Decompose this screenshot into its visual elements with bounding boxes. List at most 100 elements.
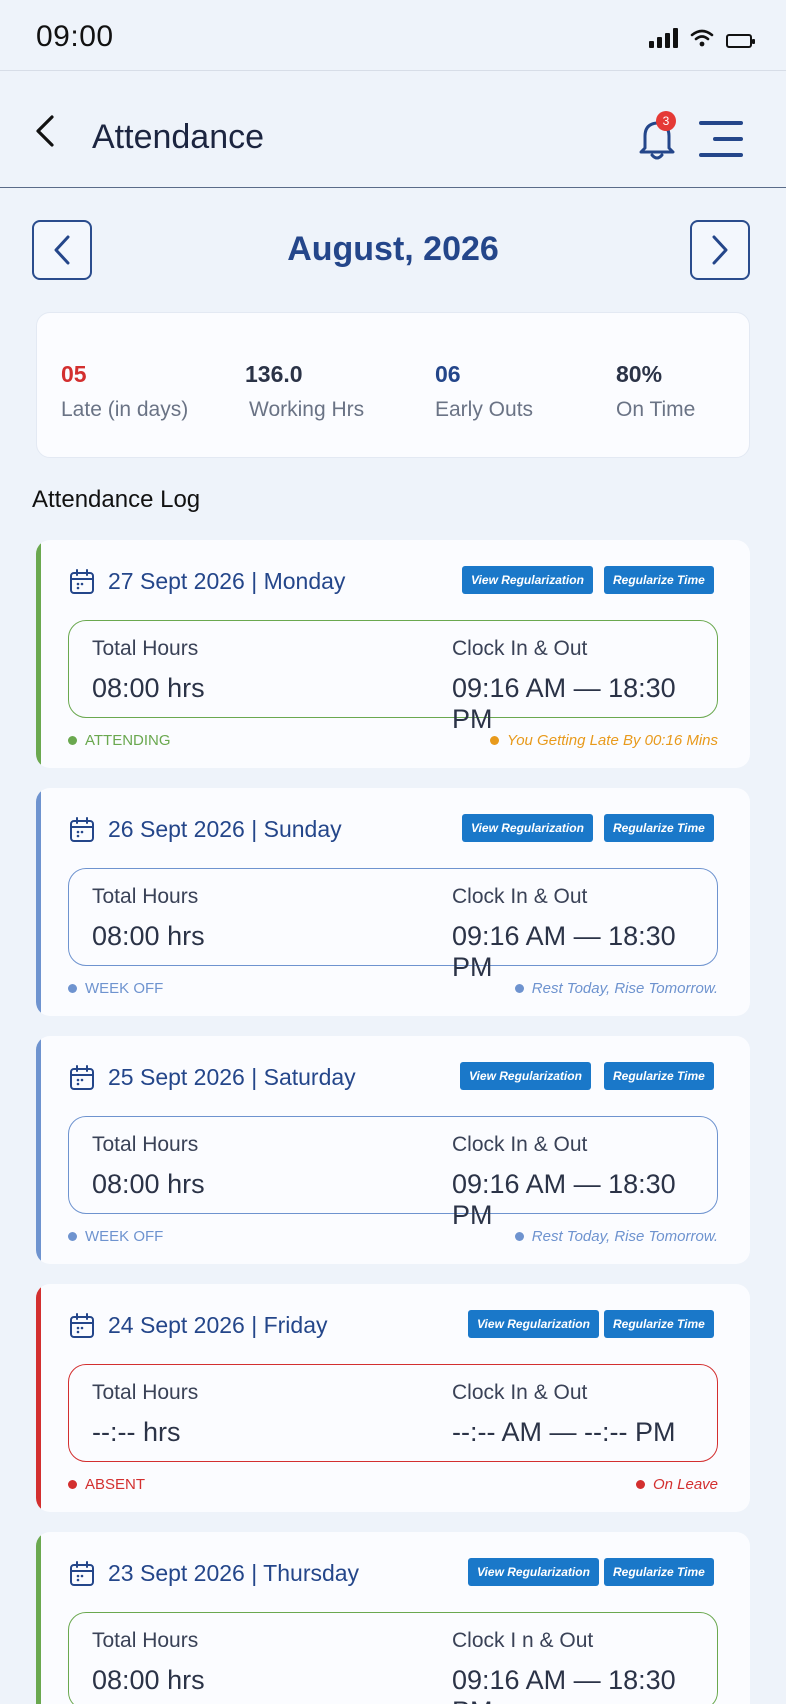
view-regularization-button[interactable]: View Regularization: [468, 1310, 599, 1338]
total-hours-label: Total Hours: [92, 1381, 199, 1404]
next-month-button[interactable]: [690, 220, 750, 280]
summary-working-hours: 136.0 Working Hrs: [245, 361, 364, 422]
note-dot: [490, 736, 500, 745]
view-regularization-button[interactable]: View Regularization: [460, 1062, 591, 1090]
regularize-time-button[interactable]: Regularize Time: [604, 566, 714, 594]
clock-in-out-value: 09:16 AM — 18:30 PM: [452, 673, 676, 734]
summary-label: On Time: [616, 398, 696, 421]
clock-in-out-value: 09:16 AM — 18:30 PM: [452, 1169, 676, 1230]
status-dot: [68, 1480, 77, 1489]
note-dot: [514, 1232, 524, 1241]
view-regularization-button[interactable]: View Regularization: [468, 1558, 599, 1586]
calendar-icon: [70, 1313, 94, 1338]
card-date: 23 Sept 2026 | Thursday: [108, 1560, 360, 1586]
attendance-note: Rest Today, Rise Tomorrow.: [514, 1228, 718, 1245]
attendance-status: WEEK OFF: [68, 1228, 163, 1245]
note-text: Rest Today, Rise Tomorrow.: [531, 1228, 718, 1245]
note-text: On Leave: [652, 1476, 718, 1493]
card-accent-bar: [36, 788, 41, 1016]
back-arrow-icon[interactable]: [30, 111, 60, 151]
hours-box: Total Hours --:-- hrs Clock In & Out --:…: [68, 1364, 718, 1462]
regularize-time-button[interactable]: Regularize Time: [604, 814, 714, 842]
status-text: ATTENDING: [85, 732, 171, 749]
attendance-summary-card: 05 Late (in days) 136.0 Working Hrs 06 E…: [36, 312, 750, 458]
status-dot: [68, 736, 77, 745]
attendance-status: ATTENDING: [68, 732, 171, 749]
summary-late: 05 Late (in days): [61, 361, 188, 422]
status-text: WEEK OFF: [85, 980, 164, 997]
hours-box: Total Hours 08:00 hrs Clock In & Out 09:…: [68, 868, 718, 982]
calendar-icon: [70, 817, 94, 842]
total-hours-label: Total Hours: [92, 885, 199, 908]
attendance-note: On Leave: [635, 1476, 718, 1493]
attendance-log-card: 27 Sept 2026 | Monday View Regularizatio…: [36, 540, 750, 768]
clock-in-out-value: 09:16 AM — 18:30 PM: [452, 921, 676, 982]
status-dot: [68, 984, 77, 993]
app-header: Attendance 3: [0, 71, 786, 188]
clock-in-out-label: Clock In & Out: [452, 637, 588, 660]
attendance-log-card: 24 Sept 2026 | Friday View Regularizatio…: [36, 1284, 750, 1512]
clock-in-out-label: Clock I n & Out: [452, 1629, 594, 1652]
note-dot: [514, 984, 524, 993]
total-hours-label: Total Hours: [92, 1629, 199, 1652]
total-hours-value: 08:00 hrs: [92, 1665, 205, 1695]
card-date: 26 Sept 2026 | Sunday: [108, 816, 342, 842]
card-accent-bar: [36, 540, 41, 768]
clock-in-out-label: Clock In & Out: [452, 885, 588, 908]
clock-in-out-label: Clock In & Out: [452, 1133, 588, 1156]
hours-box: Total Hours 08:00 hrs Clock I n & Out 09…: [68, 1612, 718, 1704]
page-title: Attendance: [92, 118, 265, 156]
total-hours-value: 08:00 hrs: [92, 1169, 205, 1199]
note-dot: [635, 1480, 645, 1489]
card-accent-bar: [36, 1532, 41, 1704]
attendance-log-card: 26 Sept 2026 | Sunday View Regularizatio…: [36, 788, 750, 1016]
clock-in-out-value: 09:16 AM — 18:30 PM: [452, 1665, 676, 1704]
calendar-icon: [70, 1561, 94, 1586]
status-icons: [649, 28, 755, 48]
status-text: ABSENT: [85, 1476, 146, 1493]
hours-box: Total Hours 08:00 hrs Clock In & Out 09:…: [68, 1116, 718, 1230]
month-label: August, 2026: [287, 230, 499, 268]
status-time: 09:00: [36, 20, 114, 53]
calendar-icon: [70, 569, 94, 594]
total-hours-value: 08:00 hrs: [92, 921, 205, 951]
attendance-note: Rest Today, Rise Tomorrow.: [514, 980, 718, 997]
summary-value: 80%: [616, 361, 663, 387]
summary-early-outs: 06 Early Outs: [435, 361, 533, 422]
summary-value: 06: [435, 361, 461, 387]
regularize-time-button[interactable]: Regularize Time: [604, 1558, 714, 1586]
attendance-note: You Getting Late By 00:16 Mins: [490, 732, 718, 749]
notification-badge: 3: [656, 111, 676, 131]
attendance-log-card: 25 Sept 2026 | Saturday View Regularizat…: [36, 1036, 750, 1264]
summary-value: 05: [61, 361, 87, 387]
clock-in-out-value: --:-- AM — --:-- PM: [452, 1417, 676, 1447]
status-dot: [68, 1232, 77, 1241]
summary-on-time: 80% On Time: [616, 361, 695, 422]
regularize-time-button[interactable]: Regularize Time: [604, 1310, 714, 1338]
status-bar: 09:00: [0, 0, 786, 71]
summary-label: Working Hrs: [249, 398, 365, 421]
total-hours-value: 08:00 hrs: [92, 673, 205, 703]
signal-icon: [649, 28, 678, 48]
menu-icon[interactable]: [697, 117, 743, 161]
attendance-log-title: Attendance Log: [32, 486, 201, 513]
clock-in-out-label: Clock In & Out: [452, 1381, 588, 1404]
card-accent-bar: [36, 1036, 41, 1264]
card-date: 27 Sept 2026 | Monday: [108, 568, 346, 594]
status-text: WEEK OFF: [85, 1228, 164, 1245]
hours-box: Total Hours 08:00 hrs Clock In & Out 09:…: [68, 620, 718, 734]
card-accent-bar: [36, 1284, 41, 1512]
total-hours-label: Total Hours: [92, 637, 199, 660]
total-hours-value: --:-- hrs: [92, 1417, 181, 1447]
chevron-right-icon: [712, 235, 728, 265]
month-navigation: August, 2026: [0, 220, 786, 280]
regularize-time-button[interactable]: Regularize Time: [604, 1062, 714, 1090]
calendar-icon: [70, 1065, 94, 1090]
summary-label: Early Outs: [435, 398, 534, 421]
wifi-icon: [690, 29, 714, 47]
card-date: 24 Sept 2026 | Friday: [108, 1312, 328, 1338]
attendance-status: WEEK OFF: [68, 980, 163, 997]
view-regularization-button[interactable]: View Regularization: [462, 566, 593, 594]
view-regularization-button[interactable]: View Regularization: [462, 814, 593, 842]
attendance-status: ABSENT: [68, 1476, 145, 1493]
